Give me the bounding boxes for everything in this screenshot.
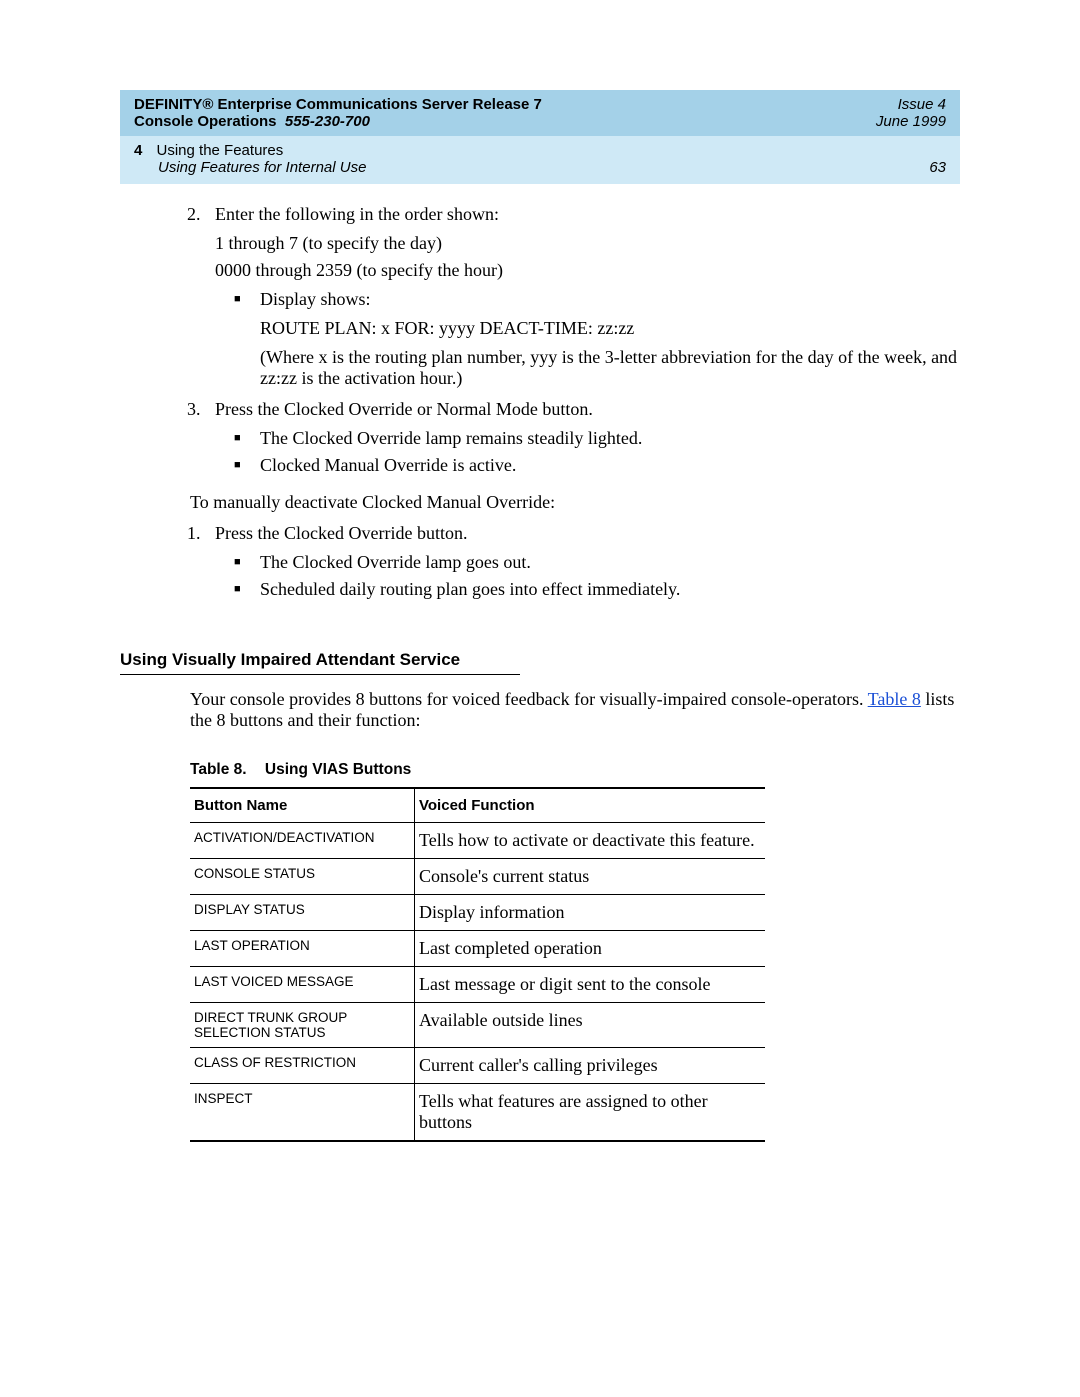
deact-bullet-1: The Clocked Override lamp goes out.: [260, 552, 960, 573]
header-band-bottom: 4 Using the Features Using Features for …: [120, 136, 960, 184]
step-2-line-a: 1 through 7 (to specify the day): [215, 233, 960, 254]
doc-title: DEFINITY® Enterprise Communications Serv…: [134, 96, 542, 113]
table-row: INSPECTTells what features are assigned …: [190, 1084, 765, 1142]
table-row: CLASS OF RESTRICTIONCurrent caller's cal…: [190, 1048, 765, 1084]
table-8-link[interactable]: Table 8: [868, 689, 921, 709]
route-plan-line: ROUTE PLAN: x FOR: yyyy DEACT-TIME: zz:z…: [260, 318, 960, 339]
deact-step-1-text: Press the Clocked Override button.: [215, 523, 467, 543]
route-plan-explain: (Where x is the routing plan number, yyy…: [260, 347, 960, 389]
doc-subtitle: Console Operations: [134, 113, 277, 130]
page-content: 2. Enter the following in the order show…: [120, 184, 960, 1142]
numbered-list: 2. Enter the following in the order show…: [120, 204, 960, 476]
chapter-title: Using the Features: [157, 142, 284, 159]
step-3-bullet-1: The Clocked Override lamp remains steadi…: [260, 428, 960, 449]
document-page: DEFINITY® Enterprise Communications Serv…: [0, 0, 1080, 1202]
table-row: ACTIVATION/DEACTIVATIONTells how to acti…: [190, 823, 765, 859]
deact-step-1: 1. Press the Clocked Override button. Th…: [215, 523, 960, 600]
table-row: LAST OPERATIONLast completed operation: [190, 931, 765, 967]
col-voiced-function: Voiced Function: [415, 788, 766, 823]
step-3-bullet-2: Clocked Manual Override is active.: [260, 455, 960, 476]
numbered-list-deact: 1. Press the Clocked Override button. Th…: [120, 523, 960, 600]
col-button-name: Button Name: [190, 788, 415, 823]
step-2-line-b: 0000 through 2359 (to specify the hour): [215, 260, 960, 281]
step-marker: 1.: [187, 523, 201, 544]
doc-number: 555-230-700: [281, 113, 370, 130]
deactivate-intro: To manually deactivate Clocked Manual Ov…: [190, 492, 960, 513]
table-row: DIRECT TRUNK GROUP SELECTION STATUSAvail…: [190, 1003, 765, 1048]
table-8-wrap: Table 8. Using VIAS Buttons Button Name …: [190, 761, 960, 1142]
table-row: CONSOLE STATUSConsole's current status: [190, 859, 765, 895]
step-marker: 2.: [187, 204, 201, 225]
issue-date: June 1999: [876, 113, 946, 130]
section-paragraph: Your console provides 8 buttons for voic…: [190, 689, 960, 731]
page-number: 63: [929, 159, 946, 176]
step-2: 2. Enter the following in the order show…: [215, 204, 960, 389]
step-marker: 3.: [187, 399, 201, 420]
vias-table-body: ACTIVATION/DEACTIVATIONTells how to acti…: [190, 823, 765, 1142]
section-heading-wrap: Using Visually Impaired Attendant Servic…: [120, 610, 960, 675]
deact-bullet-2: Scheduled daily routing plan goes into e…: [260, 579, 960, 600]
issue-label: Issue 4: [898, 96, 946, 113]
step-3: 3. Press the Clocked Override or Normal …: [215, 399, 960, 476]
step-2-text: Enter the following in the order shown:: [215, 204, 499, 224]
step-2-bullet: Display shows: ROUTE PLAN: x FOR: yyyy D…: [260, 289, 960, 389]
table-row: DISPLAY STATUSDisplay information: [190, 895, 765, 931]
chapter-number: 4: [134, 142, 142, 159]
table-caption: Table 8. Using VIAS Buttons: [190, 761, 960, 779]
header-band-top: DEFINITY® Enterprise Communications Serv…: [120, 90, 960, 136]
section-heading: Using Visually Impaired Attendant Servic…: [120, 650, 520, 675]
page-header: DEFINITY® Enterprise Communications Serv…: [120, 90, 960, 184]
section-path: Using Features for Internal Use: [158, 159, 366, 176]
step-3-text: Press the Clocked Override or Normal Mod…: [215, 399, 593, 419]
vias-table: Button Name Voiced Function ACTIVATION/D…: [190, 787, 765, 1142]
table-row: LAST VOICED MESSAGELast message or digit…: [190, 967, 765, 1003]
